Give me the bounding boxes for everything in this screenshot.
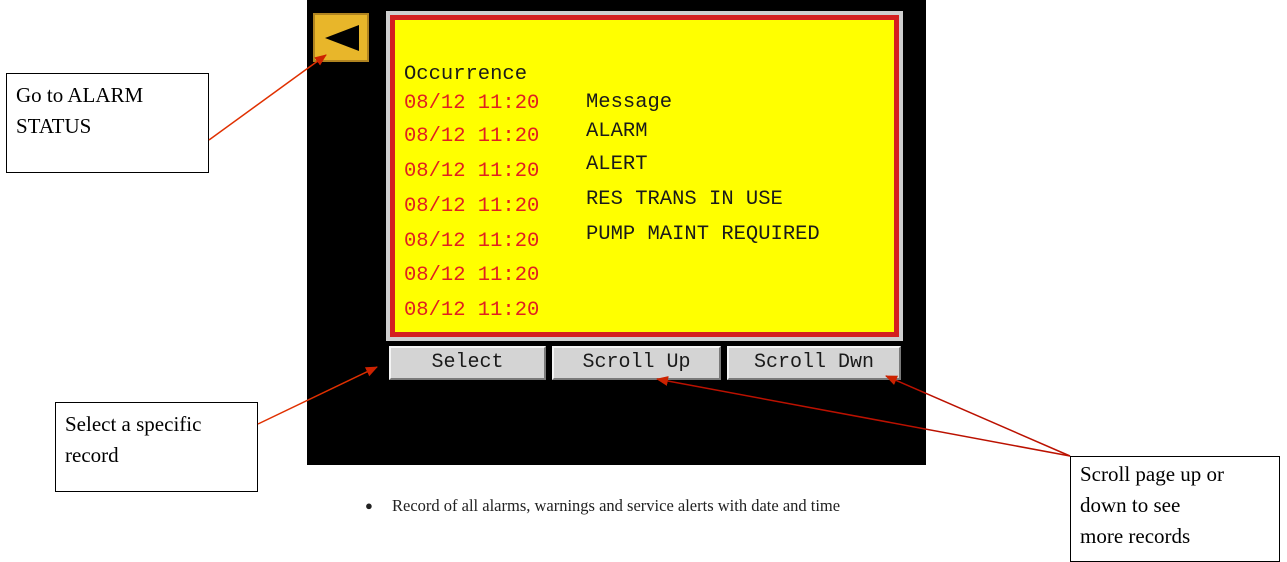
annotation-arrows xyxy=(208,54,1071,457)
arrow-to-scroll-up-button xyxy=(656,376,1071,457)
arrow-to-back-button xyxy=(208,54,327,141)
arrow-to-select-button xyxy=(257,366,378,425)
arrow-to-scroll-down-button xyxy=(885,375,1071,457)
